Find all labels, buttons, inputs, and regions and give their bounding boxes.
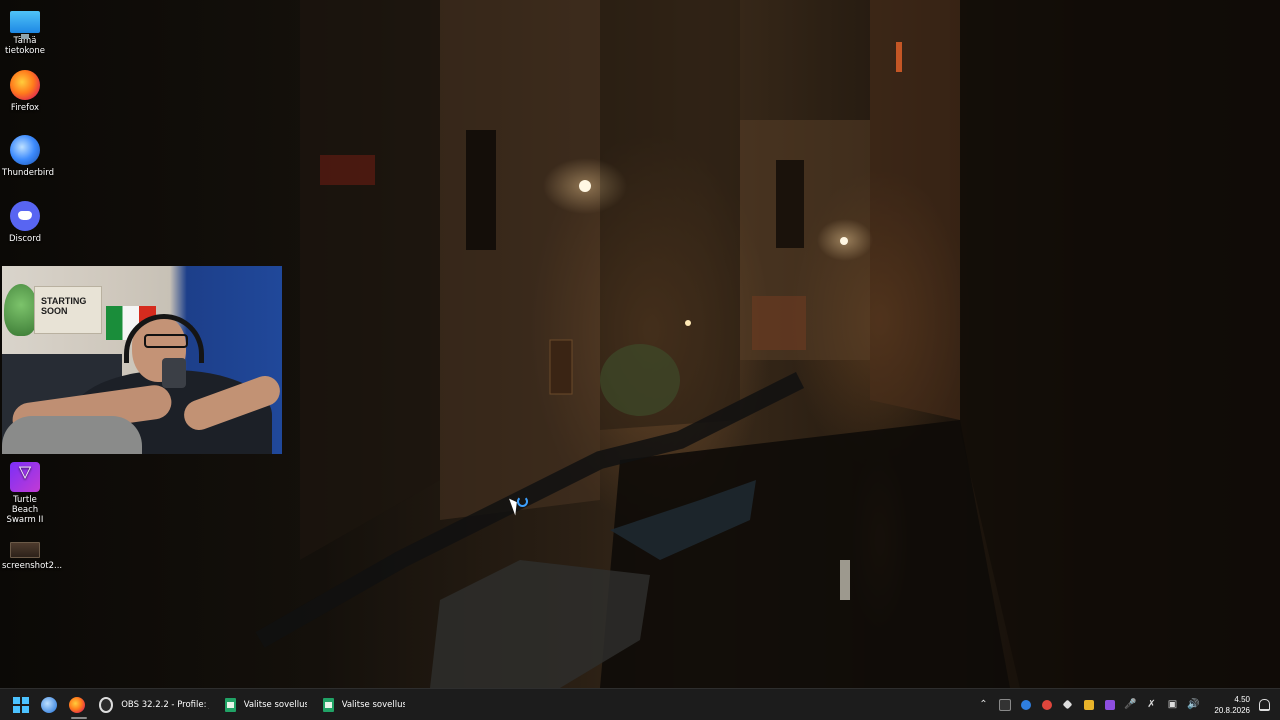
microphone-icon[interactable]: 🎤 xyxy=(1120,691,1141,719)
blanket xyxy=(2,416,142,454)
busy-indicator-icon xyxy=(517,496,528,507)
desktop-icon-thunderbird[interactable]: Thunderbird xyxy=(2,131,54,178)
turtle-figure xyxy=(4,284,38,336)
poster-text: STARTING SOON xyxy=(41,296,87,316)
desktop-icon-discord[interactable]: Discord xyxy=(2,197,48,244)
tray-app-icon[interactable] xyxy=(1099,691,1120,719)
clock-time: 4.50 xyxy=(1234,694,1250,704)
taskbar-app-label: Valitse sovellus xyxy=(243,699,307,710)
edge-icon xyxy=(41,696,57,713)
taskbar-pinned-firefox[interactable] xyxy=(63,691,91,719)
desktop-icon-label: Discord xyxy=(9,234,41,244)
desktop-icon-this-pc[interactable]: Tämä tietokone xyxy=(2,3,48,56)
computer-icon xyxy=(10,11,40,39)
clock[interactable]: 4.50 20.8.2026 xyxy=(1204,694,1254,716)
tray-app-icon[interactable] xyxy=(1015,691,1036,719)
bell-icon xyxy=(1258,698,1270,711)
tray-app-icon[interactable] xyxy=(1078,691,1099,719)
obs-icon xyxy=(99,696,114,713)
desktop-icon-firefox[interactable]: Firefox xyxy=(2,66,48,113)
tray-app-icon[interactable] xyxy=(994,691,1015,719)
desktop-icon-label: screenshot2... xyxy=(2,561,63,571)
taskbar: OBS 32.2.2 - Profile: Julk Valitse sovel… xyxy=(0,688,1280,720)
taskbar-app-obs[interactable]: OBS 32.2.2 - Profile: Julk xyxy=(91,691,217,719)
desktop-icon-label: Turtle Beach Swarm II xyxy=(6,495,44,525)
desktop-icon-turtle-beach[interactable]: Turtle Beach Swarm II xyxy=(2,458,48,525)
clock-date: 20.8.2026 xyxy=(1214,705,1250,715)
volume-icon[interactable]: 🔊 xyxy=(1183,691,1204,719)
glasses xyxy=(144,334,188,348)
starting-soon-poster: STARTING SOON xyxy=(34,286,102,334)
taskbar-app-valitse-sovellus[interactable]: Valitse sovellus xyxy=(217,691,315,719)
chevron-up-icon[interactable]: ⌃ xyxy=(973,691,994,719)
desktop-icon-label: Firefox xyxy=(10,103,40,113)
network-icon[interactable]: ▣ xyxy=(1162,691,1183,719)
tray-app-icon[interactable] xyxy=(1036,691,1057,719)
mug xyxy=(162,358,186,388)
notification-button[interactable] xyxy=(1254,698,1274,711)
windows-start-icon xyxy=(13,696,29,713)
running-indicator xyxy=(71,716,87,719)
firefox-icon xyxy=(10,70,40,100)
document-icon xyxy=(323,697,334,712)
taskbar-pinned-browser[interactable] xyxy=(35,691,63,719)
start-button[interactable] xyxy=(7,691,35,719)
image-file-icon xyxy=(10,542,40,558)
document-icon xyxy=(225,697,236,712)
taskbar-app-valitse-sovellus[interactable]: Valitse sovellus xyxy=(315,691,413,719)
system-tray: ⌃ 🎤 ✗ ▣ 🔊 4.50 20.8.2026 xyxy=(973,691,1280,719)
turtle-beach-icon xyxy=(10,462,40,492)
desktop-icon-label: Thunderbird xyxy=(2,168,54,178)
webcam-overlay: STARTING SOON xyxy=(2,266,282,454)
desktop-icon-screenshot[interactable]: screenshot2... xyxy=(2,532,63,571)
firefox-icon xyxy=(69,696,85,713)
taskbar-app-label: OBS 32.2.2 - Profile: Julk xyxy=(121,699,209,710)
discord-icon xyxy=(10,201,40,231)
bluetooth-icon[interactable]: ✗ xyxy=(1141,691,1162,719)
tray-app-icon[interactable] xyxy=(1057,691,1078,719)
desktop-icon-label: Tämä tietokone xyxy=(5,36,45,56)
thunderbird-icon xyxy=(10,135,40,165)
taskbar-app-label: Valitse sovellus xyxy=(341,699,405,710)
